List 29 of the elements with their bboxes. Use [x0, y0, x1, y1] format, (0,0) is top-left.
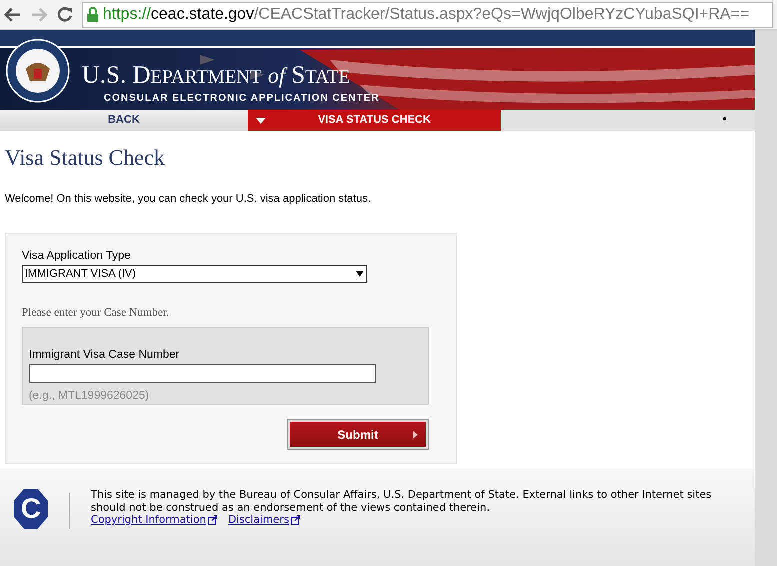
- field-label: Immigrant Visa Case Number: [29, 348, 181, 363]
- field-hint: (e.g., MTL1999626025): [29, 389, 150, 404]
- caret-icon: [256, 118, 266, 124]
- footer-link[interactable]: Disclaimers: [228, 514, 302, 526]
- play-icon: [413, 431, 418, 439]
- bullet: •: [722, 111, 727, 128]
- padlock-icon: [87, 7, 99, 22]
- visa-type-dropdown[interactable]: IMMIGRANT VISA (IV): [22, 264, 367, 283]
- nav-tab[interactable]: VISA STATUS CHECK: [248, 110, 501, 131]
- reload-icon[interactable]: [56, 6, 74, 24]
- welcome-text: Welcome! On this website, you can check your U.S. visa application status.: [5, 192, 372, 207]
- address-bar[interactable]: https://ceac.state.gov/CEACStatTracker/Status.aspx?eQs=WwjqOlbeRYzCYubaSQI+RA==: [82, 2, 773, 28]
- site-subtitle: CONSULAR ELECTRONIC APPLICATION CENTER: [104, 92, 380, 106]
- case-number-field[interactable]: [29, 364, 376, 384]
- footer-link[interactable]: Copyright Information: [91, 514, 218, 526]
- url-text: https://ceac.state.gov/CEACStatTracker/Status.aspx?eQs=WwjqOlbeRYzCYubaSQI+RA==: [103, 4, 750, 24]
- site-title: U.S. DEPARTMENT of STATE: [82, 63, 352, 91]
- bureau-logo: C: [14, 489, 48, 529]
- submit-button[interactable]: Submit: [288, 420, 428, 449]
- seal-icon: [6, 39, 70, 103]
- back-arrow-icon[interactable]: [4, 6, 22, 22]
- field-label: Visa Application Type: [22, 248, 132, 264]
- nav-tab[interactable]: BACK: [0, 110, 248, 131]
- case-number-prompt: Please enter your Case Number.: [22, 306, 170, 321]
- external-link-icon: [291, 515, 302, 526]
- page-title: Visa Status Check: [5, 144, 166, 172]
- footer-text: This site is managed by the Bureau of Consular Affairs, U.S. Department of State. External links to other Internet sites should not be construed as an endorsement of the views contained therein.: [91, 489, 713, 514]
- external-link-icon: [208, 515, 218, 526]
- dropdown-arrow-icon: [356, 270, 364, 277]
